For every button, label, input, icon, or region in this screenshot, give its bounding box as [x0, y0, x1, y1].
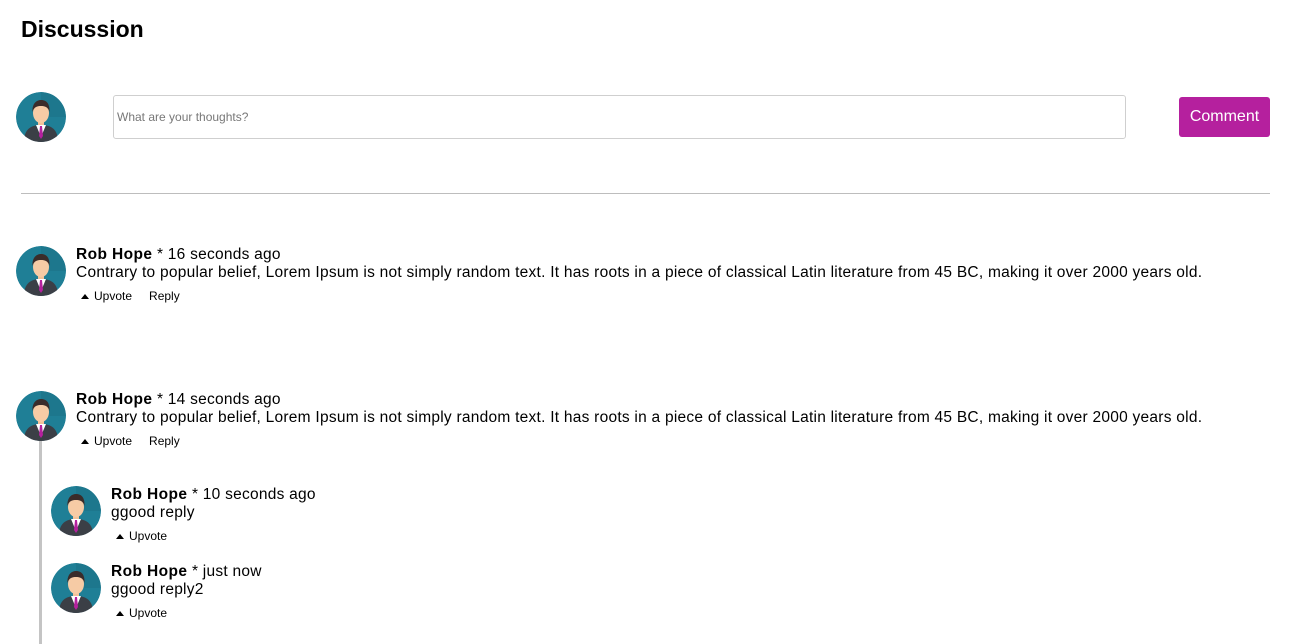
comment-button[interactable]: Comment [1179, 97, 1270, 137]
comment-author: Rob Hope [76, 391, 153, 408]
comment-avatar [51, 563, 101, 613]
upvote-label: Upvote [129, 606, 168, 620]
upvote-arrow-icon [81, 438, 89, 444]
comment-time: 10 seconds ago [202, 486, 316, 503]
comment-actions: Upvote [111, 529, 1261, 543]
comment-meta: Rob Hope * 16 seconds ago [76, 246, 1268, 264]
thread-line [39, 428, 42, 644]
upvote-button[interactable]: Upvote [81, 289, 132, 303]
reply-button[interactable]: Reply [149, 434, 180, 448]
comment-time: 16 seconds ago [167, 246, 281, 263]
upvote-arrow-icon [116, 533, 124, 539]
page-title: Discussion [21, 16, 144, 42]
user-avatar-icon [16, 92, 66, 142]
user-avatar-icon [51, 563, 101, 613]
comment-text: Contrary to popular belief, Lorem Ipsum … [76, 264, 1203, 281]
comment-time: 14 seconds ago [167, 391, 281, 408]
comment-meta: Rob Hope * 10 seconds ago [111, 486, 1261, 504]
comment-input[interactable] [113, 95, 1126, 139]
upvote-button[interactable]: Upvote [81, 434, 132, 448]
comment-meta: Rob Hope * just now [111, 563, 1261, 581]
upvote-button[interactable]: Upvote [116, 529, 167, 543]
reply-label: Reply [149, 289, 180, 303]
comment-author: Rob Hope [111, 563, 188, 580]
comment-actions: Upvote [111, 606, 1261, 620]
meta-separator: * [187, 486, 203, 503]
user-avatar [16, 92, 66, 142]
comment-body: Rob Hope * 10 seconds ago ggood reply Up… [111, 486, 1261, 543]
meta-separator: * [152, 391, 168, 408]
comment-body: Rob Hope * just now ggood reply2 Upvote [111, 563, 1261, 620]
upvote-arrow-icon [81, 293, 89, 299]
user-avatar-icon [51, 486, 101, 536]
reply-label: Reply [149, 434, 180, 448]
reply-button[interactable]: Reply [149, 289, 180, 303]
upvote-button[interactable]: Upvote [116, 606, 167, 620]
comment-author: Rob Hope [111, 486, 188, 503]
comment-author: Rob Hope [76, 246, 153, 263]
divider [21, 193, 1270, 194]
upvote-label: Upvote [94, 434, 133, 448]
user-avatar-icon [16, 246, 66, 296]
user-avatar-icon [16, 391, 66, 441]
meta-separator: * [187, 563, 203, 580]
comment-text: Contrary to popular belief, Lorem Ipsum … [76, 409, 1203, 426]
upvote-label: Upvote [129, 529, 168, 543]
comment-meta: Rob Hope * 14 seconds ago [76, 391, 1268, 409]
comment-avatar [16, 246, 66, 296]
comment-text: ggood reply [111, 504, 195, 521]
discussion-page: Discussion Comment Rob Hope * 16 seconds… [0, 0, 1302, 644]
comment-body: Rob Hope * 14 seconds ago Contrary to po… [76, 391, 1268, 448]
comment-actions: Upvote Reply [76, 434, 1268, 448]
upvote-arrow-icon [116, 610, 124, 616]
comment-avatar [51, 486, 101, 536]
comment-body: Rob Hope * 16 seconds ago Contrary to po… [76, 246, 1268, 303]
comment-time: just now [202, 563, 262, 580]
upvote-label: Upvote [94, 289, 133, 303]
comment-avatar [16, 391, 66, 441]
comment-text: ggood reply2 [111, 581, 204, 598]
comment-actions: Upvote Reply [76, 289, 1268, 303]
meta-separator: * [152, 246, 168, 263]
